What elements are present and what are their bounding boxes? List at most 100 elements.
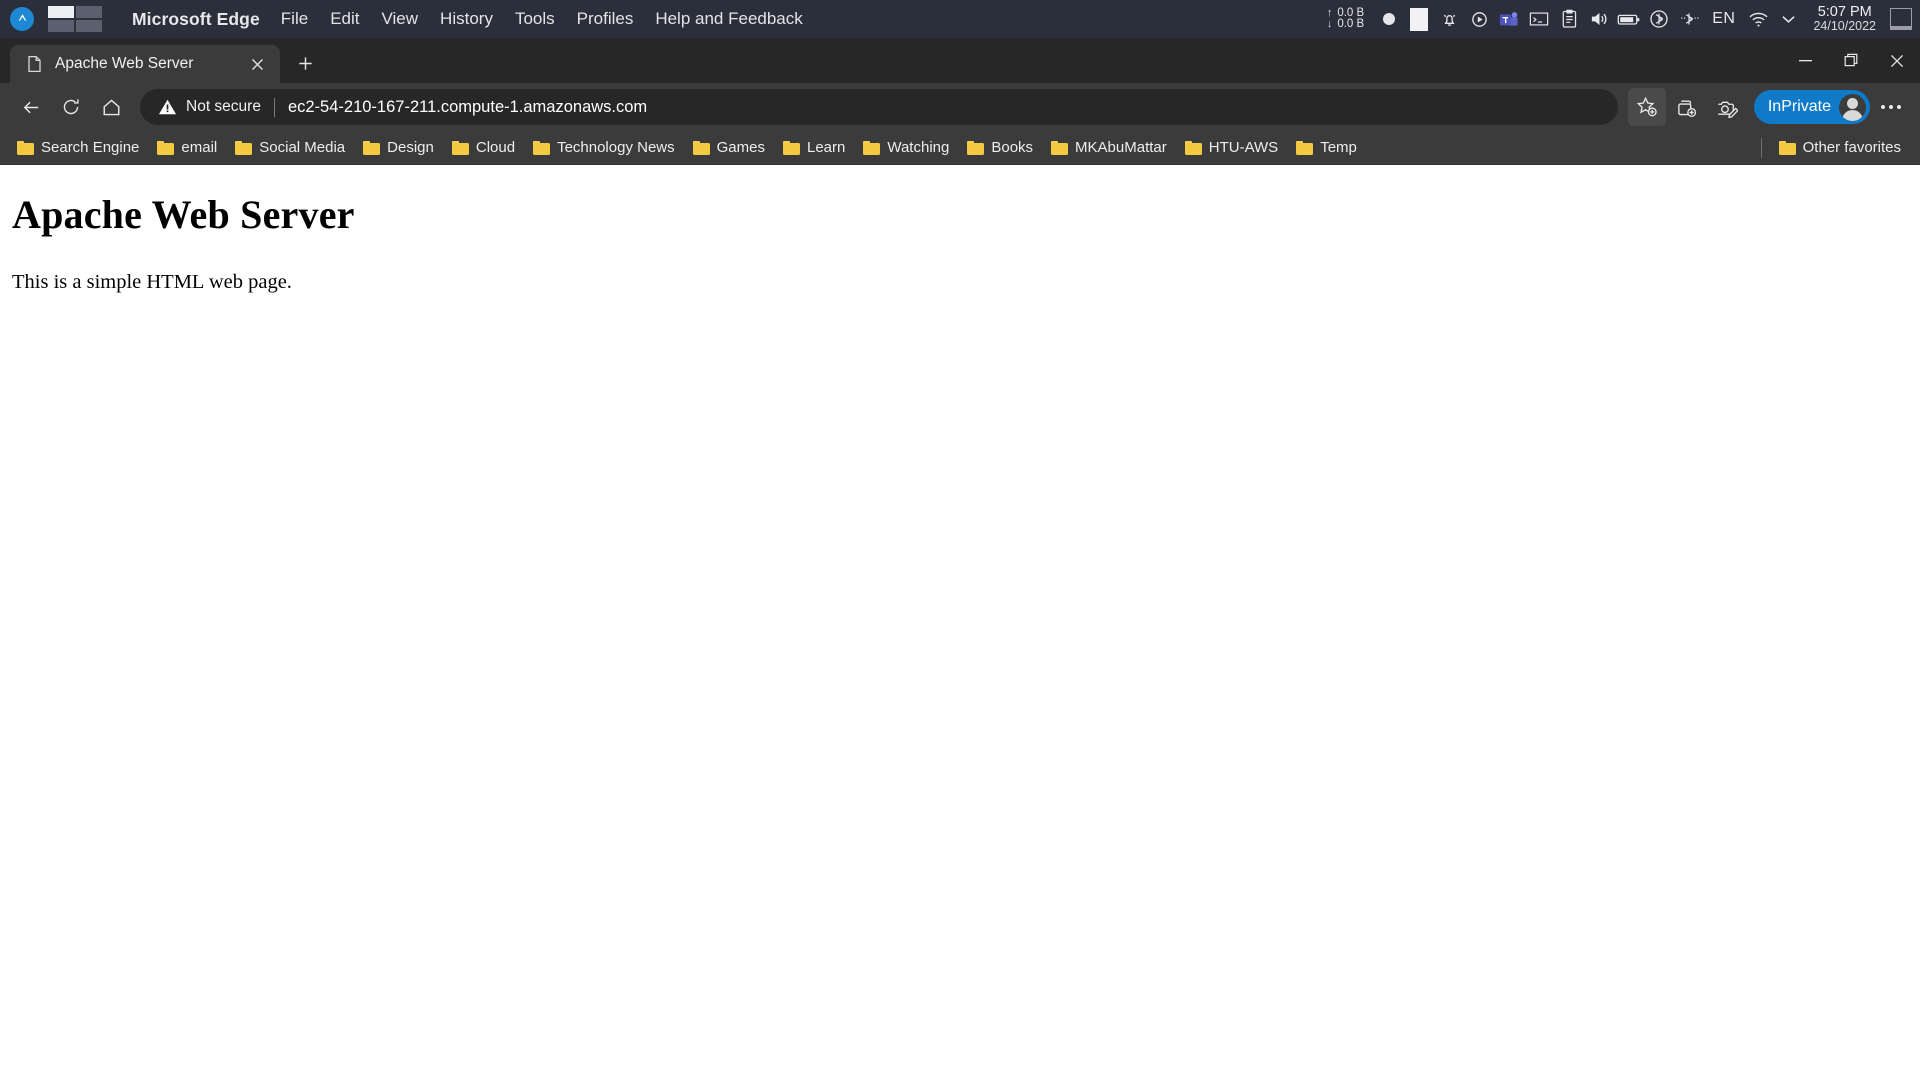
tab-close-icon[interactable] [244,51,270,77]
menu-item-tools[interactable]: Tools [504,9,566,29]
close-window-button[interactable] [1874,38,1920,83]
battery-icon[interactable] [1614,4,1644,34]
folder-icon [1051,141,1068,155]
bookmark-learn[interactable]: Learn [774,135,854,160]
bluetooth-connected-icon[interactable] [1674,4,1704,34]
menu-item-history[interactable]: History [429,9,504,29]
os-taskbar: Microsoft Edge File Edit View History To… [0,0,1920,38]
bookmark-watching[interactable]: Watching [854,135,958,160]
page-content: Apache Web Server This is a simple HTML … [0,165,1920,1079]
home-button[interactable] [92,88,130,126]
add-to-collections-button[interactable] [1668,88,1706,126]
folder-icon [235,141,252,155]
favorites-bar-right: Other favorites [1757,135,1910,160]
bookmark-books[interactable]: Books [958,135,1042,160]
profile-label: InPrivate [1768,98,1831,116]
workspace-cell-3[interactable] [48,20,74,32]
bookmark-label: Cloud [476,139,515,156]
back-button[interactable] [12,88,50,126]
clipboard-icon[interactable] [1554,4,1584,34]
bookmark-label: Learn [807,139,845,156]
folder-icon [533,141,550,155]
menu-item-help-and-feedback[interactable]: Help and Feedback [644,9,813,29]
minimize-button[interactable] [1782,38,1828,83]
application-menu-bar: Microsoft Edge File Edit View History To… [122,9,814,30]
folder-icon [783,141,800,155]
avatar-icon[interactable] [1839,94,1866,121]
workspace-cell-4[interactable] [76,20,102,32]
workspace-cell-2[interactable] [76,6,102,18]
bookmark-social-media[interactable]: Social Media [226,135,354,160]
terminal-icon[interactable] [1524,4,1554,34]
workspace-cell-1[interactable] [48,6,74,18]
browser-settings-button[interactable] [1872,88,1910,126]
folder-icon [1779,141,1796,155]
inprivate-profile-button[interactable]: InPrivate [1754,90,1870,124]
browser-toolbar: Not secure ec2-54-210-167-211.compute-1.… [0,83,1920,131]
tab-strip: Apache Web Server [0,38,1920,83]
web-capture-button[interactable] [1708,88,1746,126]
warning-triangle-icon[interactable] [158,98,177,116]
bookmark-design[interactable]: Design [354,135,443,160]
bookmark-label: Search Engine [41,139,139,156]
menu-item-file[interactable]: File [270,9,319,29]
folder-icon [1296,141,1313,155]
notification-bell-icon[interactable] [1434,4,1464,34]
microsoft-teams-icon[interactable] [1494,4,1524,34]
edge-browser-window: Apache Web Server [0,38,1920,1079]
omnibox-divider [274,98,275,117]
apache-feather-icon[interactable] [10,7,34,31]
bookmark-htu-aws[interactable]: HTU-AWS [1176,135,1287,160]
clock[interactable]: 5:07 PM 24/10/2022 [1805,5,1884,33]
bookmark-games[interactable]: Games [684,135,774,160]
folder-icon [967,141,984,155]
bookmark-label: Technology News [557,139,675,156]
language-indicator[interactable]: EN [1704,10,1743,28]
blank-page-icon[interactable] [1404,4,1434,34]
bookmark-cloud[interactable]: Cloud [443,135,524,160]
download-arrow-icon: ↓ [1327,19,1333,30]
document-icon [26,55,43,73]
app-title: Microsoft Edge [122,9,270,30]
bookmark-technology-news[interactable]: Technology News [524,135,684,160]
bookmark-mkabumattar[interactable]: MKAbuMattar [1042,135,1176,160]
network-speed-indicator: ↑ ↓ 0.0 B 0.0 B [1327,8,1364,30]
menu-item-view[interactable]: View [371,9,430,29]
bookmark-label: HTU-AWS [1209,139,1278,156]
media-play-icon[interactable] [1464,4,1494,34]
url-text[interactable]: ec2-54-210-167-211.compute-1.amazonaws.c… [288,98,647,117]
wifi-icon[interactable] [1743,4,1773,34]
bookmark-temp[interactable]: Temp [1287,135,1366,160]
bookmark-email[interactable]: email [148,135,226,160]
bookmark-other-favorites[interactable]: Other favorites [1770,135,1910,160]
folder-icon [863,141,880,155]
bookmark-label: email [181,139,217,156]
bookmark-label: Books [991,139,1033,156]
menu-item-profiles[interactable]: Profiles [566,9,645,29]
bookmark-label: Design [387,139,434,156]
folder-icon [452,141,469,155]
record-dot-icon[interactable] [1374,4,1404,34]
tab-apache-web-server[interactable]: Apache Web Server [10,45,280,83]
folder-icon [157,141,174,155]
download-value: 0.0 B [1337,19,1364,30]
bookmark-label: Games [717,139,765,156]
restore-button[interactable] [1828,38,1874,83]
add-favorite-button[interactable] [1628,88,1666,126]
clock-date: 24/10/2022 [1813,19,1876,33]
bluetooth-icon[interactable] [1644,4,1674,34]
chevron-down-icon[interactable] [1773,4,1803,34]
workspace-grid-icon[interactable] [48,6,102,32]
folder-icon [363,141,380,155]
menu-item-edit[interactable]: Edit [319,9,370,29]
window-controls [1782,38,1920,83]
bookmark-search-engine[interactable]: Search Engine [8,135,148,160]
refresh-button[interactable] [52,88,90,126]
folder-icon [1185,141,1202,155]
taskbar-left-group: Microsoft Edge File Edit View History To… [10,6,814,32]
new-tab-button[interactable] [288,46,322,80]
show-desktop-icon[interactable] [1890,8,1912,30]
volume-icon[interactable] [1584,4,1614,34]
security-status-label[interactable]: Not secure [186,98,261,116]
address-bar[interactable]: Not secure ec2-54-210-167-211.compute-1.… [140,89,1618,125]
